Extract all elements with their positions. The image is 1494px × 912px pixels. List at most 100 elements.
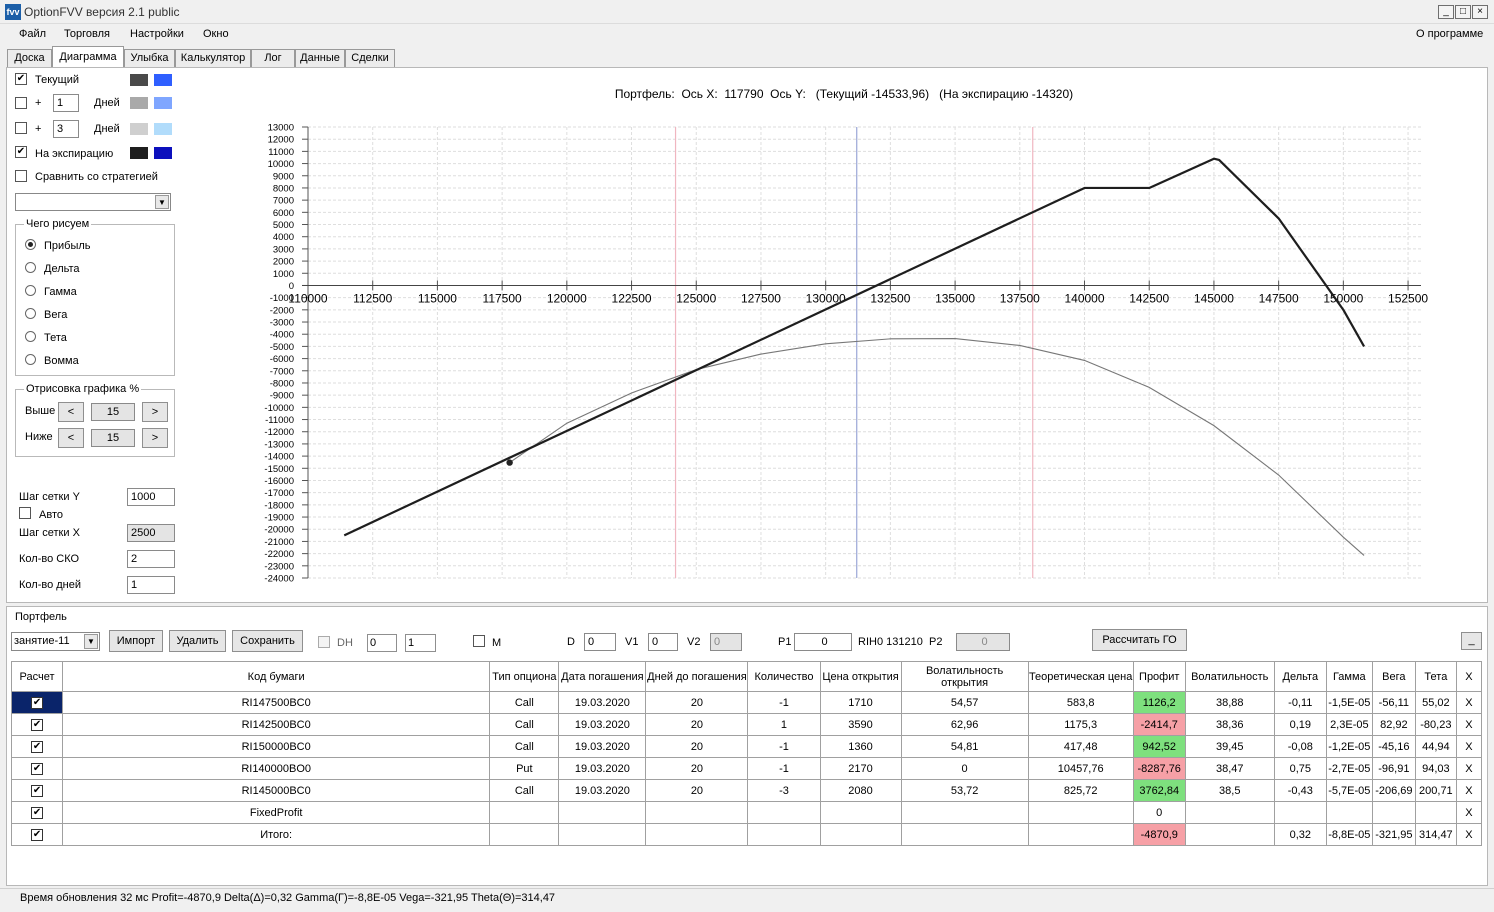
x-tick-label: 132500 xyxy=(870,291,910,305)
v2-input[interactable]: 0 xyxy=(710,633,742,651)
cell-qty: -1 xyxy=(747,691,821,714)
cell-gamma: -1,5E-05 xyxy=(1325,691,1373,714)
y-tick-label: 12000 xyxy=(268,135,294,146)
dh-checkbox[interactable] xyxy=(318,636,330,648)
y-tick-label: 3000 xyxy=(273,244,294,255)
col-header-code[interactable]: Код бумаги xyxy=(62,661,491,692)
calc-cell[interactable]: ✔ xyxy=(10,691,64,714)
remove-row-button[interactable]: X xyxy=(1455,757,1483,780)
x-tick-label: 122500 xyxy=(612,291,652,305)
col-header-days[interactable]: Дней до погашения xyxy=(645,661,749,692)
col-header-remove[interactable]: X xyxy=(1455,661,1483,692)
y-tick-label: 4000 xyxy=(273,232,294,243)
calc-checkbox[interactable]: ✔ xyxy=(31,806,44,819)
x-tick-label: 117500 xyxy=(483,291,522,305)
col-header-date[interactable]: Дата погашения xyxy=(558,661,647,692)
table-row[interactable]: ✔ RI150000BC0 Call 19.03.2020 20 -1 1360 54,81 4… xyxy=(10,735,1483,758)
collapse-button[interactable]: _ xyxy=(1461,632,1482,650)
portfolio-select[interactable]: занятие-11 ▼ xyxy=(11,632,100,651)
calc-cell[interactable]: ✔ xyxy=(10,757,64,780)
cell-vol xyxy=(1184,823,1275,846)
cell-price: 3590 xyxy=(819,713,902,736)
y-tick-label: -23000 xyxy=(264,561,294,572)
y-tick-label: -13000 xyxy=(264,439,294,450)
x-tick-label: 120000 xyxy=(547,291,587,305)
col-header-profit[interactable]: Профит xyxy=(1132,661,1186,692)
cell-date: 19.03.2020 xyxy=(558,735,647,758)
table-row[interactable]: ✔ RI147500BC0 Call 19.03.2020 20 -1 1710 54,57 5… xyxy=(10,691,1483,714)
calc-cell[interactable]: ✔ xyxy=(10,713,64,736)
import-button[interactable]: Импорт xyxy=(109,630,163,652)
x-tick-label: 125000 xyxy=(676,291,716,305)
m-checkbox[interactable] xyxy=(473,635,485,647)
x-tick-label: 110000 xyxy=(288,291,327,305)
remove-row-button[interactable]: X xyxy=(1455,735,1483,758)
cell-vega: 82,92 xyxy=(1371,713,1416,736)
table-row[interactable]: ✔ RI140000BO0 Put 19.03.2020 20 -1 2170 0 10457,… xyxy=(10,757,1483,780)
p1-input[interactable]: 0 xyxy=(794,633,852,651)
remove-row-button[interactable]: X xyxy=(1455,713,1483,736)
calc-checkbox[interactable]: ✔ xyxy=(31,762,44,775)
remove-row-button[interactable]: X xyxy=(1455,779,1483,802)
dh-spin-2[interactable]: 1 xyxy=(405,634,436,652)
cell-theo: 1175,3 xyxy=(1027,713,1134,736)
close-icon: X xyxy=(1465,718,1473,731)
table-row[interactable]: ✔ RI145000BC0 Call 19.03.2020 20 -3 2080 53,72 8… xyxy=(10,779,1483,802)
cell-theo xyxy=(1027,801,1134,824)
v2-label: V2 xyxy=(687,636,701,648)
table-row[interactable]: ✔ Итого: -4870,9 0,32 -8,8E-05 -321,95 314,47 X xyxy=(10,823,1483,846)
p2-input[interactable]: 0 xyxy=(956,633,1010,651)
y-tick-label: -3000 xyxy=(270,318,294,329)
calc-cell[interactable]: ✔ xyxy=(10,779,64,802)
cell-price: 2170 xyxy=(819,757,902,780)
table-row[interactable]: ✔ RI142500BC0 Call 19.03.2020 20 1 3590 62,96 11… xyxy=(10,713,1483,736)
y-tick-label: -8000 xyxy=(270,378,294,389)
calc-checkbox[interactable]: ✔ xyxy=(31,828,44,841)
cell-code: RI142500BC0 xyxy=(62,713,491,736)
col-header-delta[interactable]: Дельта xyxy=(1273,661,1327,692)
y-tick-label: -20000 xyxy=(264,525,294,536)
col-header-price[interactable]: Цена открытия xyxy=(819,661,902,692)
v1-input[interactable]: 0 xyxy=(648,633,678,651)
calc-go-button[interactable]: Рассчитать ГО xyxy=(1092,629,1187,651)
calc-cell[interactable]: ✔ xyxy=(10,823,64,846)
col-header-calc[interactable]: Расчет xyxy=(10,661,64,692)
col-header-type[interactable]: Тип опциона xyxy=(489,661,560,692)
calc-cell[interactable]: ✔ xyxy=(10,801,64,824)
y-tick-label: -22000 xyxy=(264,549,294,560)
payoff-chart[interactable]: 1300012000110001000090008000700060005000… xyxy=(0,0,1494,610)
col-header-theo[interactable]: Теоретическая цена xyxy=(1027,661,1134,692)
col-header-vega[interactable]: Вега xyxy=(1371,661,1416,692)
col-header-vol[interactable]: Волатильность xyxy=(1184,661,1275,692)
cell-date: 19.03.2020 xyxy=(558,713,647,736)
col-header-gamma[interactable]: Гамма xyxy=(1325,661,1373,692)
table-row[interactable]: ✔ FixedProfit 0 X xyxy=(10,801,1483,824)
cell-theta: -80,23 xyxy=(1414,713,1457,736)
x-tick-label: 135000 xyxy=(935,291,975,305)
cell-gamma: -1,2E-05 xyxy=(1325,735,1373,758)
col-header-vol-open[interactable]: Волатильность открытия xyxy=(900,661,1029,692)
cell-profit: -4870,9 xyxy=(1132,823,1186,846)
cell-code: RI150000BC0 xyxy=(62,735,491,758)
remove-row-button[interactable]: X xyxy=(1455,801,1483,824)
d-input[interactable]: 0 xyxy=(584,633,616,651)
calc-checkbox[interactable]: ✔ xyxy=(31,718,44,731)
calc-checkbox[interactable]: ✔ xyxy=(31,740,44,753)
x-tick-label: 127500 xyxy=(741,291,781,305)
calc-cell[interactable]: ✔ xyxy=(10,735,64,758)
col-header-qty[interactable]: Количество xyxy=(747,661,821,692)
cell-delta: -0,08 xyxy=(1273,735,1327,758)
cell-date: 19.03.2020 xyxy=(558,757,647,780)
remove-row-button[interactable]: X xyxy=(1455,691,1483,714)
delete-button[interactable]: Удалить xyxy=(169,630,226,652)
calc-checkbox[interactable]: ✔ xyxy=(31,696,44,709)
cell-profit: 0 xyxy=(1132,801,1186,824)
cell-vol: 38,5 xyxy=(1184,779,1275,802)
y-tick-label: -11000 xyxy=(265,415,294,426)
calc-checkbox[interactable]: ✔ xyxy=(31,784,44,797)
col-header-theta[interactable]: Тета xyxy=(1414,661,1457,692)
save-button[interactable]: Сохранить xyxy=(232,630,303,652)
remove-row-button[interactable]: X xyxy=(1455,823,1483,846)
dh-spin-1[interactable]: 0 xyxy=(367,634,397,652)
cell-profit: 1126,2 xyxy=(1132,691,1186,714)
